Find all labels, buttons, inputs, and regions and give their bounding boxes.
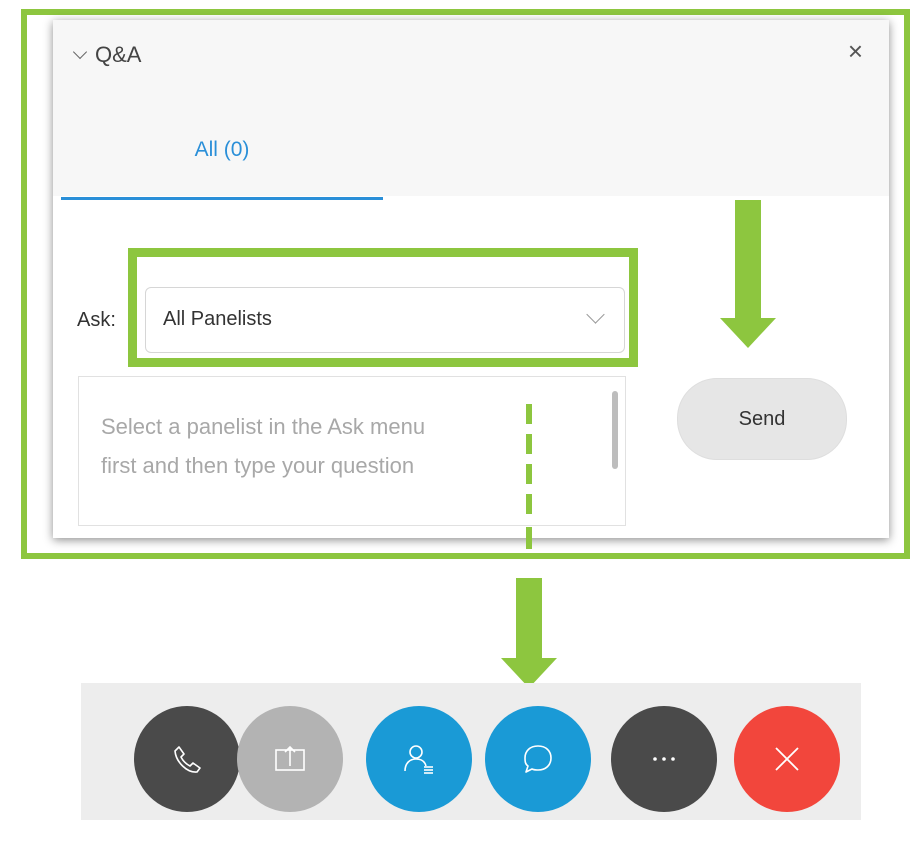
qa-panel-header: Q&A × All (0) [53,20,889,200]
dash-connector [526,404,532,424]
leave-button[interactable] [734,706,840,812]
dash-connector [526,494,532,514]
tab-all[interactable]: All (0) [61,120,383,200]
close-icon [775,747,799,771]
highlight-box-ask [128,248,638,367]
share-icon [275,745,305,771]
close-icon[interactable]: × [848,36,863,67]
participants-icon [404,745,433,774]
phone-icon [174,746,201,773]
tab-all-label: All (0) [194,138,250,161]
question-placeholder: Select a panelist in the Ask menu first … [101,414,426,478]
participants-button[interactable] [366,706,472,812]
qa-collapse-toggle[interactable]: Q&A [72,42,142,68]
meeting-toolbar [81,683,861,820]
dash-connector [526,464,532,484]
send-button[interactable]: Send [677,378,847,460]
audio-button[interactable] [134,706,240,812]
panel-title: Q&A [95,42,142,67]
dash-connector [526,527,532,549]
arrow-to-chat [516,578,542,660]
arrow-head-send [720,318,776,348]
share-button[interactable] [237,706,343,812]
ask-label: Ask: [77,309,116,331]
chat-button[interactable] [485,706,591,812]
question-input[interactable]: Select a panelist in the Ask menu first … [78,376,626,526]
more-button[interactable] [611,706,717,812]
more-icon [653,757,675,761]
chevron-down-icon [72,44,88,60]
arrow-to-send [735,200,761,320]
tab-active-indicator [61,197,383,200]
question-scrollbar[interactable] [612,391,618,469]
dash-connector [526,434,532,454]
chat-icon [524,745,552,773]
